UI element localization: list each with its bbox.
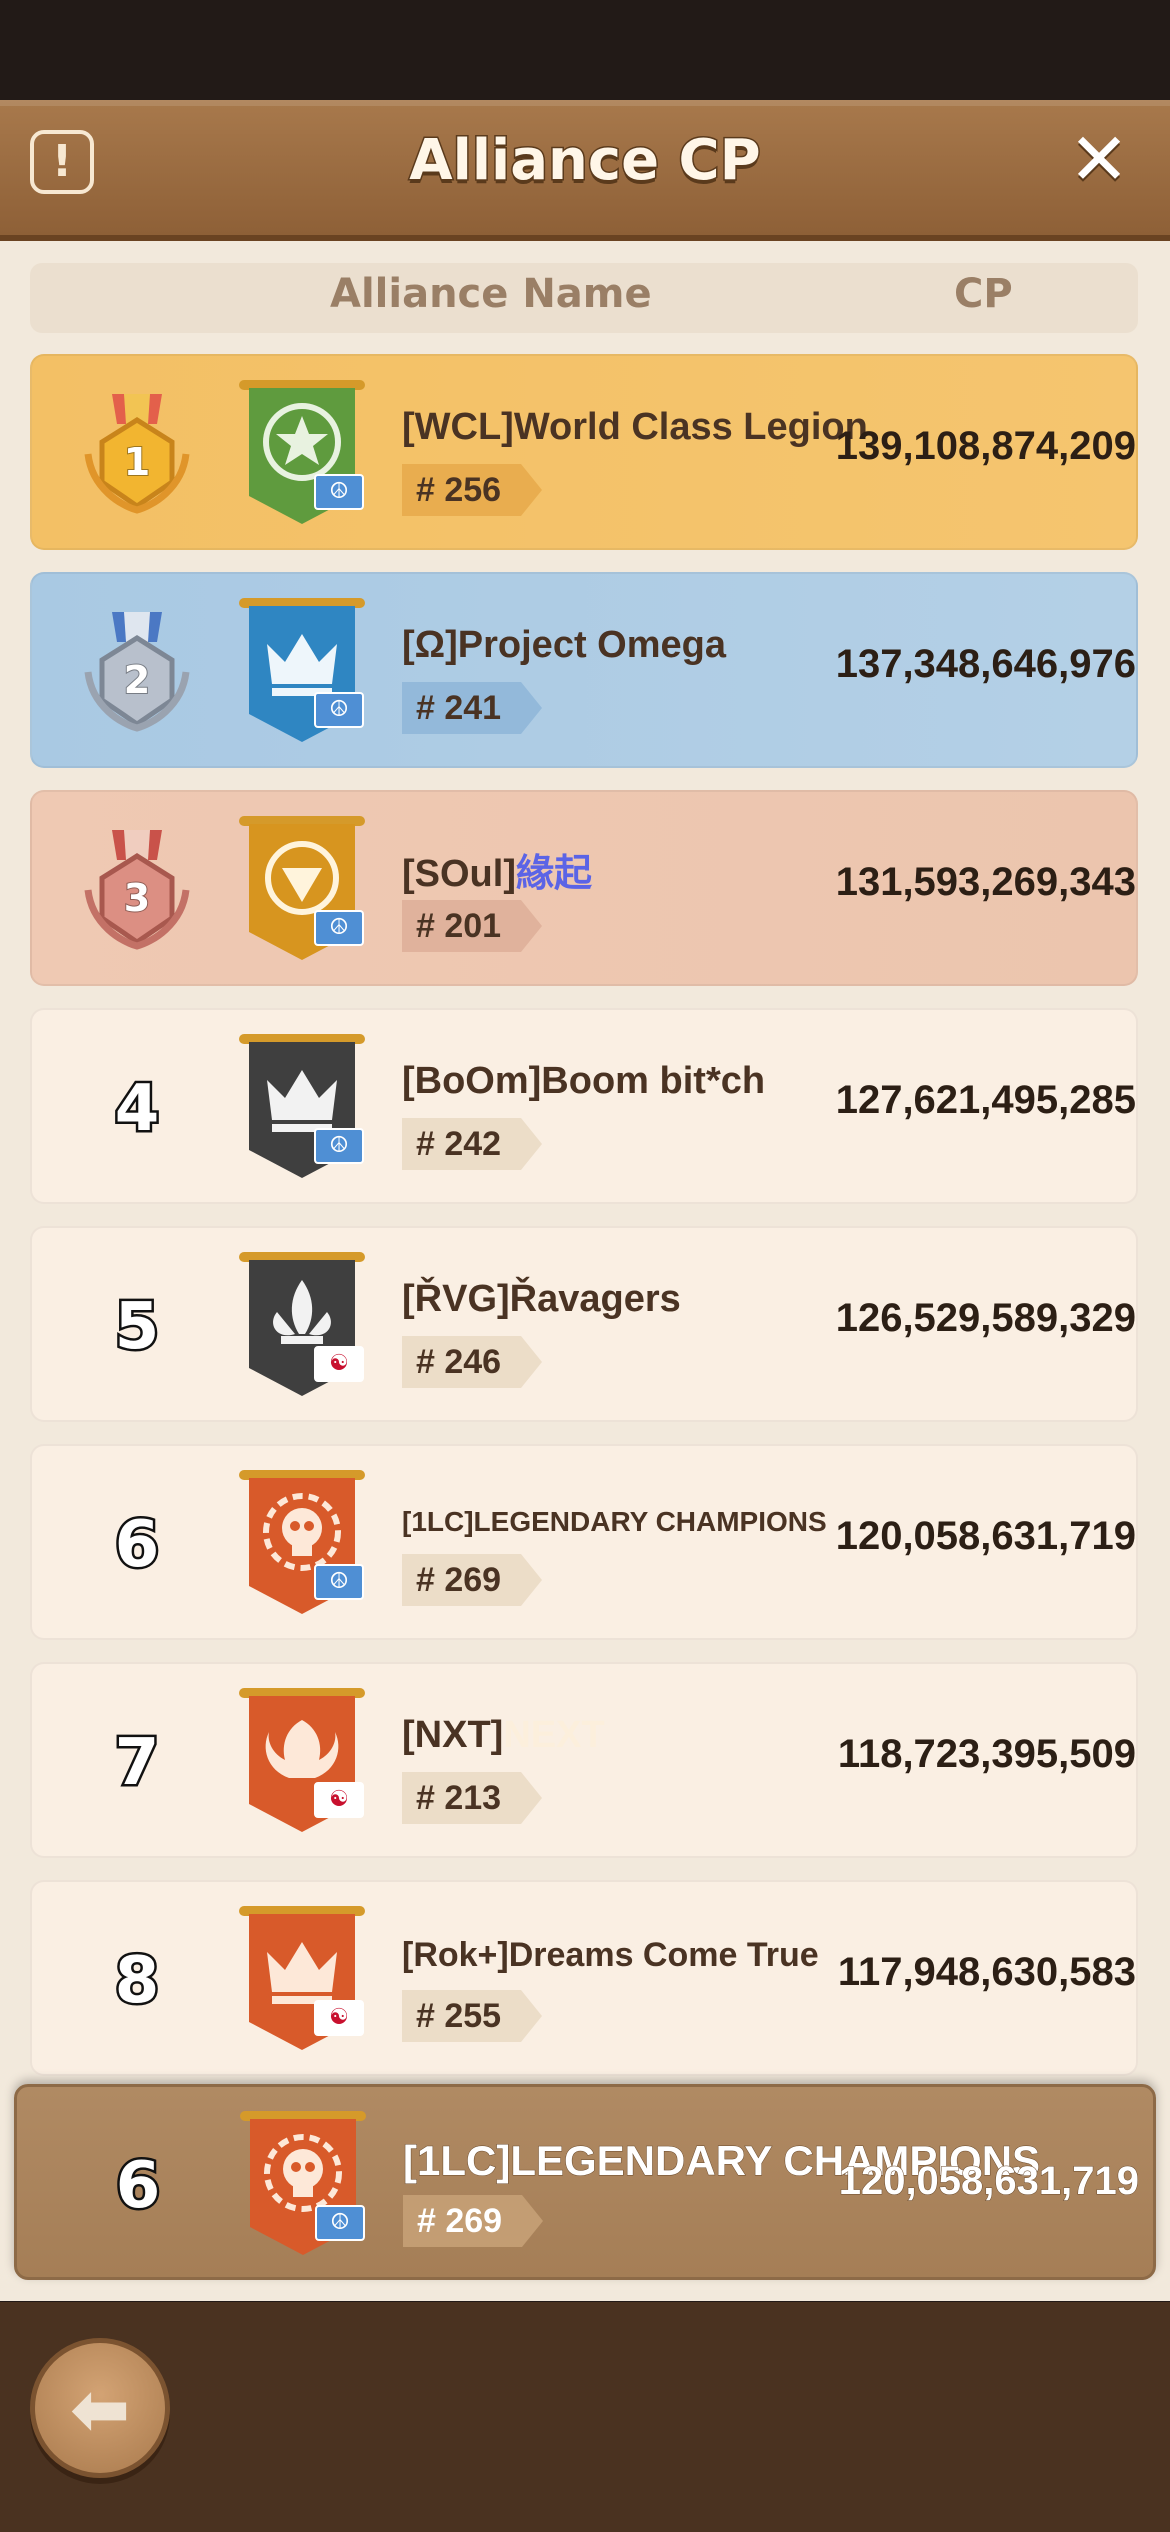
medal-number: 1 [123, 439, 151, 485]
ranking-panel[interactable]: Alliance Name CP 1 ☮ [WCL]World Class Le… [0, 241, 1170, 2301]
alliance-name: [NXT]NEXT [402, 1714, 862, 1757]
list-item[interactable]: 8 ☯ [Rok+]Dreams Come True # 255 117,948… [30, 1880, 1138, 2076]
kingdom-tag: # 246 [402, 1336, 542, 1388]
rank-number: 6 [113, 2147, 163, 2226]
close-button[interactable]: ✕ [1066, 123, 1132, 195]
kingdom-tag: # 242 [402, 1118, 542, 1170]
list-item[interactable]: 4 ☮ [BoOm]Boom bit*ch # 242 127,621,495,… [30, 1008, 1138, 1204]
kingdom-tag: # 256 [402, 464, 542, 516]
alliance-name: [WCL]World Class Legion [402, 406, 868, 448]
alliance-name: [1LC]LEGENDARY CHAMPIONS [402, 1506, 827, 1537]
status-bar-area [0, 0, 1170, 100]
list-item[interactable]: 6 ☮ [1LC]LEGENDARY CHAMPIONS # 269 120,0… [30, 1444, 1138, 1640]
alliance-title: 緣起 [515, 853, 592, 895]
flag-un-icon: ☮ [314, 1128, 364, 1164]
rank-number: 7 [112, 1724, 162, 1803]
column-header: Alliance Name CP [30, 263, 1138, 333]
header-bar: ! Alliance CP ✕ [0, 100, 1170, 241]
alliance-name: [1LC]LEGENDARY CHAMPIONS [403, 2137, 1041, 2185]
list-item[interactable]: 7 ☯ [NXT]NEXT # 213 118,723,395,509 [30, 1662, 1138, 1858]
alliance-cp: 139,108,874,209 [835, 424, 1136, 468]
flag-un-icon: ☮ [314, 474, 364, 510]
kingdom-tag: # 255 [402, 1990, 542, 2042]
alliance-title: NEXT [503, 1714, 605, 1756]
rank-number: 6 [112, 1506, 162, 1585]
alliance-tag: [NXT] [402, 1714, 504, 1756]
alliance-cp: 118,723,395,509 [837, 1732, 1136, 1776]
alliance-name: [BoOm]Boom bit*ch [402, 1060, 766, 1102]
footer-bar: ⬅ [0, 2302, 1170, 2532]
column-header-name: Alliance Name [330, 271, 652, 317]
flag-kr-icon: ☯ [314, 1346, 364, 1382]
list-item[interactable]: 3 ☮ [SOul]緣起 # 201 131,593,269,343 [30, 790, 1138, 986]
flag-kr-icon: ☯ [314, 1782, 364, 1818]
list-item[interactable]: 5 ☯ [ŘVG]Řavagers # 246 126,529,589,329 [30, 1226, 1138, 1422]
own-alliance-row[interactable]: 6 ☮ [1LC]LEGENDARY CHAMPIONS # 269 120,0… [14, 2084, 1156, 2280]
kingdom-tag: # 241 [402, 682, 542, 734]
kingdom-tag: # 269 [403, 2195, 543, 2247]
alliance-name: [Ω]Project Omega [402, 624, 726, 666]
flag-un-icon: ☮ [315, 2205, 365, 2241]
rank-number: 4 [112, 1070, 162, 1149]
kingdom-tag: # 201 [402, 900, 542, 952]
alliance-cp: 117,948,630,583 [837, 1950, 1136, 1994]
alliance-cp: 120,058,631,719 [835, 1514, 1136, 1558]
page-title: Alliance CP [408, 127, 762, 195]
list-item[interactable]: 1 ☮ [WCL]World Class Legion # 256 139,10… [30, 354, 1138, 550]
flag-un-icon: ☮ [314, 910, 364, 946]
kingdom-tag: # 213 [402, 1772, 542, 1824]
alliance-name: [Rok+]Dreams Come True [402, 1936, 819, 1974]
back-arrow-icon: ⬅ [69, 2367, 131, 2451]
rank-number: 8 [112, 1942, 162, 2021]
alliance-cp: 131,593,269,343 [835, 860, 1136, 904]
flag-un-icon: ☮ [314, 1564, 364, 1600]
flag-kr-icon: ☯ [314, 2000, 364, 2036]
medal-number: 2 [123, 657, 151, 703]
alliance-cp: 137,348,646,976 [835, 642, 1136, 686]
kingdom-tag: # 269 [402, 1554, 542, 1606]
alliance-name: [ŘVG]Řavagers [402, 1278, 681, 1320]
flag-un-icon: ☮ [314, 692, 364, 728]
medal-number: 3 [123, 875, 151, 921]
rank-number: 5 [112, 1288, 162, 1367]
back-button[interactable]: ⬅ [30, 2338, 170, 2478]
alliance-cp: 120,058,631,719 [838, 2159, 1139, 2204]
alliance-name: [SOul]緣起 [402, 842, 862, 897]
alliance-tag: [SOul] [402, 853, 516, 895]
column-header-cp: CP [954, 271, 1013, 317]
alliance-cp: 126,529,589,329 [835, 1296, 1136, 1340]
alliance-cp: 127,621,495,285 [835, 1078, 1136, 1122]
list-item[interactable]: 2 ☮ [Ω]Project Omega # 241 137,348,646,9… [30, 572, 1138, 768]
